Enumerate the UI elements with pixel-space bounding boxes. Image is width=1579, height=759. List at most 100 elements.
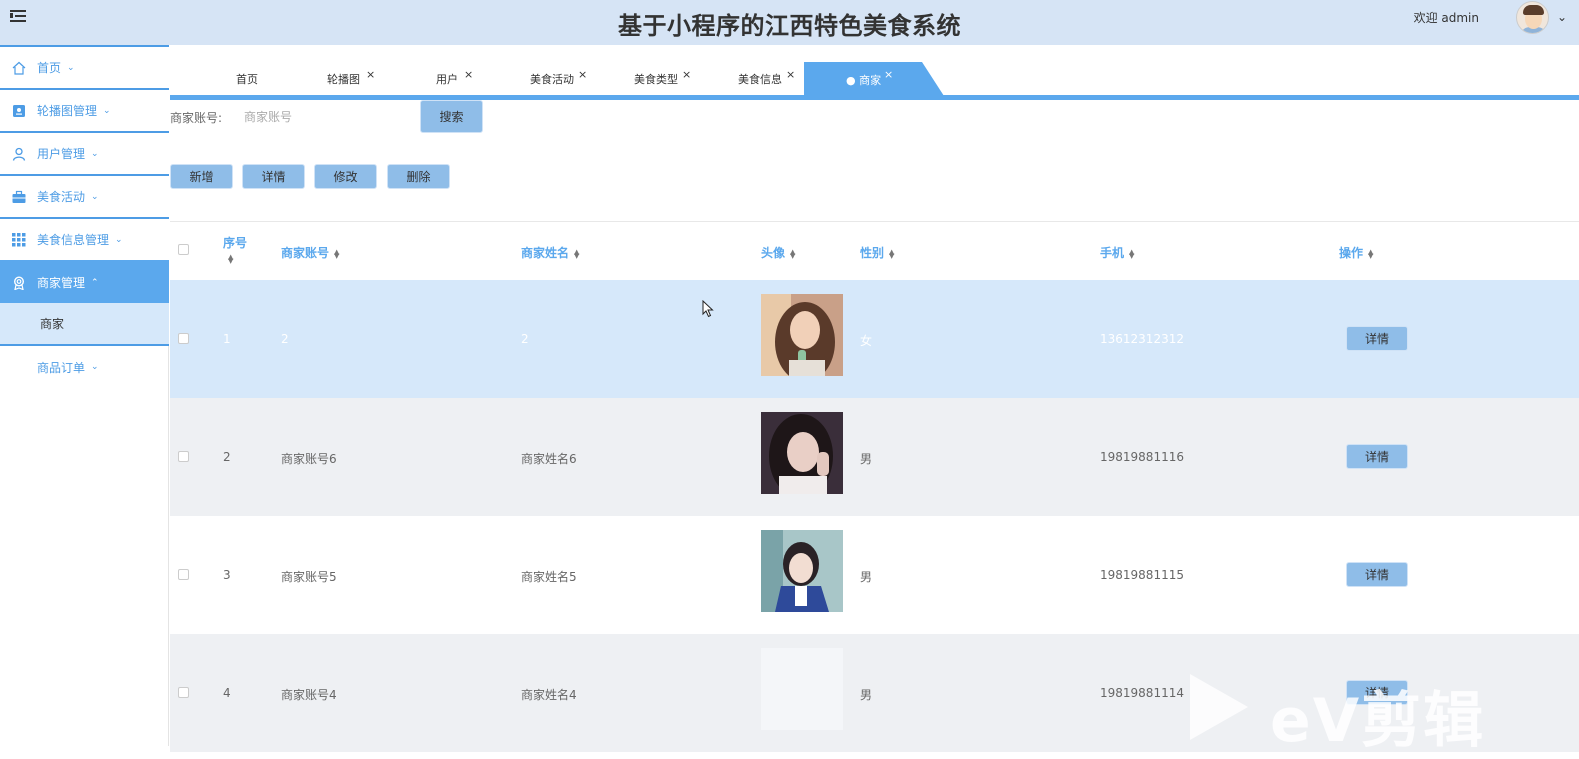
column-label: 商家账号 xyxy=(281,246,330,260)
tab-food-info[interactable]: 美食信息 × xyxy=(738,62,795,96)
chevron-down-icon: ⌄ xyxy=(91,362,99,372)
column-header-actions[interactable]: 操作 ▲ ▼ xyxy=(1339,244,1373,261)
cell-account: 商家账号4 xyxy=(281,688,337,702)
chevron-down-icon: ⌄ xyxy=(115,234,123,245)
close-icon[interactable]: × xyxy=(578,68,587,81)
add-button[interactable]: 新增 xyxy=(170,164,233,189)
column-label: 序号 xyxy=(223,236,248,250)
sidebar-item-food-activities[interactable]: 美食活动 ⌄ xyxy=(0,174,169,217)
search-label: 商家账号: xyxy=(170,111,223,125)
app-title: 基于小程序的江西特色美食系统 xyxy=(618,12,961,40)
cell-phone: 19819881116 xyxy=(1100,450,1184,464)
avatar[interactable] xyxy=(1516,1,1549,34)
sidebar-item-label: 首页 xyxy=(37,61,62,75)
sidebar-item-label: 商品订单 xyxy=(37,360,86,375)
tab-label: ● 商家 xyxy=(846,74,882,87)
sidebar-item-home[interactable]: 首页 ⌄ xyxy=(0,45,169,88)
cell-phone: 19819881114 xyxy=(1100,686,1184,700)
table-row[interactable]: 2 商家账号6 商家姓名6 男 19819881116 详情 xyxy=(170,398,1579,516)
row-detail-button[interactable]: 详情 xyxy=(1346,680,1408,705)
sort-icon[interactable]: ▲ ▼ xyxy=(1129,248,1134,259)
cell-phone: 19819881115 xyxy=(1100,568,1184,582)
table-row[interactable]: 4 商家账号4 商家姓名4 男 19819881114 详情 xyxy=(170,634,1579,752)
tab-food-activities[interactable]: 美食活动 × xyxy=(530,62,587,96)
mouse-cursor-icon xyxy=(702,300,714,318)
tab-label: 美食活动 xyxy=(530,73,574,86)
delete-button[interactable]: 删除 xyxy=(387,164,450,189)
row-checkbox[interactable] xyxy=(178,451,189,462)
sidebar-item-food-info[interactable]: 美食信息管理 ⌄ xyxy=(0,217,169,260)
sort-icon[interactable]: ▲ ▼ xyxy=(790,248,795,259)
column-label: 性别 xyxy=(860,246,885,260)
sidebar-item-carousel[interactable]: 轮播图管理 ⌄ xyxy=(0,88,169,131)
row-checkbox[interactable] xyxy=(178,569,189,580)
column-label: 头像 xyxy=(761,246,786,260)
tab-food-types[interactable]: 美食类型 × xyxy=(634,62,691,96)
merchant-avatar-image xyxy=(761,648,843,730)
tab-users[interactable]: 用户 × xyxy=(436,62,473,96)
sort-icon[interactable]: ▲ ▼ xyxy=(574,248,579,259)
sort-icon[interactable]: ▲ ▼ xyxy=(889,248,894,259)
column-header-phone[interactable]: 手机 ▲ ▼ xyxy=(1100,244,1134,261)
close-icon[interactable]: × xyxy=(884,68,893,81)
sidebar-item-merchants[interactable]: 商家管理 ⌃ xyxy=(0,260,169,303)
sort-icon[interactable]: ▲ ▼ xyxy=(334,248,339,259)
chevron-down-icon: ⌄ xyxy=(91,191,99,202)
close-icon[interactable]: × xyxy=(366,68,375,81)
chevron-down-icon: ⌄ xyxy=(67,62,75,73)
cell-account: 商家账号6 xyxy=(281,452,337,466)
tab-underline xyxy=(170,95,1579,100)
chevron-down-icon[interactable]: ⌄ xyxy=(1557,10,1567,24)
cell-gender: 男 xyxy=(860,570,873,584)
select-all-checkbox[interactable] xyxy=(178,244,189,255)
row-detail-button[interactable]: 详情 xyxy=(1346,444,1408,469)
sidebar-item-label: 商家管理 xyxy=(37,276,86,290)
detail-button[interactable]: 详情 xyxy=(242,164,305,189)
sidebar-item-orders[interactable]: 商品订单 ⌄ xyxy=(0,347,169,387)
column-header-gender[interactable]: 性别 ▲ ▼ xyxy=(860,244,894,261)
cell-gender: 女 xyxy=(860,334,873,348)
tab-carousel[interactable]: 轮播图 × xyxy=(327,62,375,96)
user-icon xyxy=(12,147,26,161)
cell-name: 商家姓名4 xyxy=(521,688,577,702)
sidebar-item-label: 用户管理 xyxy=(37,147,86,161)
close-icon[interactable]: × xyxy=(682,68,691,81)
tab-home[interactable]: 首页 xyxy=(236,62,258,96)
cell-name: 商家姓名6 xyxy=(521,452,577,466)
column-label: 手机 xyxy=(1100,246,1125,260)
close-icon[interactable]: × xyxy=(464,68,473,81)
table-row[interactable]: 1 2 2 女 13612312312 详情 xyxy=(170,280,1579,398)
chevron-up-icon: ⌃ xyxy=(91,277,99,288)
column-header-name[interactable]: 商家姓名 ▲ ▼ xyxy=(521,244,579,261)
row-checkbox[interactable] xyxy=(178,333,189,344)
tab-label: 美食信息 xyxy=(738,73,782,86)
cell-no: 3 xyxy=(223,568,231,582)
sidebar: 首页 ⌄ 轮播图管理 ⌄ 用户管理 ⌄ 美食活动 ⌄ 美食信息管理 ⌄ 商家管理… xyxy=(0,45,169,746)
sidebar-item-label: 美食活动 xyxy=(37,190,86,204)
tab-bar: 首页 轮播图 × 用户 × 美食活动 × 美食类型 × 美食信息 × ● 商家 … xyxy=(170,62,1579,96)
cell-name: 2 xyxy=(521,332,529,346)
tab-merchant[interactable]: ● 商家 × xyxy=(804,62,944,96)
picture-icon xyxy=(12,104,26,118)
row-checkbox[interactable] xyxy=(178,687,189,698)
merchant-account-search-input[interactable] xyxy=(236,104,416,130)
column-header-account[interactable]: 商家账号 ▲ ▼ xyxy=(281,244,339,261)
tab-label: 轮播图 xyxy=(327,73,360,86)
edit-button[interactable]: 修改 xyxy=(314,164,377,189)
sidebar-subitem-merchant[interactable]: 商家 xyxy=(0,303,169,346)
badge-icon xyxy=(12,275,26,290)
search-button[interactable]: 搜索 xyxy=(420,100,483,133)
row-detail-button[interactable]: 详情 xyxy=(1346,562,1408,587)
merchant-avatar-image xyxy=(761,294,843,376)
cell-no: 4 xyxy=(223,686,231,700)
top-header: 基于小程序的江西特色美食系统 欢迎 admin ⌄ xyxy=(0,0,1579,45)
sort-icon[interactable]: ▲ ▼ xyxy=(1368,248,1373,259)
row-detail-button[interactable]: 详情 xyxy=(1346,326,1408,351)
close-icon[interactable]: × xyxy=(786,68,795,81)
column-header-no[interactable]: 序号 ▲ ▼ xyxy=(223,234,248,265)
table-row[interactable]: 3 商家账号5 商家姓名5 男 19819881115 详情 xyxy=(170,516,1579,634)
sort-icon[interactable]: ▲ ▼ xyxy=(228,254,247,265)
column-header-avatar[interactable]: 头像 ▲ ▼ xyxy=(761,244,795,261)
sidebar-item-users[interactable]: 用户管理 ⌄ xyxy=(0,131,169,174)
cell-account: 2 xyxy=(281,332,289,346)
